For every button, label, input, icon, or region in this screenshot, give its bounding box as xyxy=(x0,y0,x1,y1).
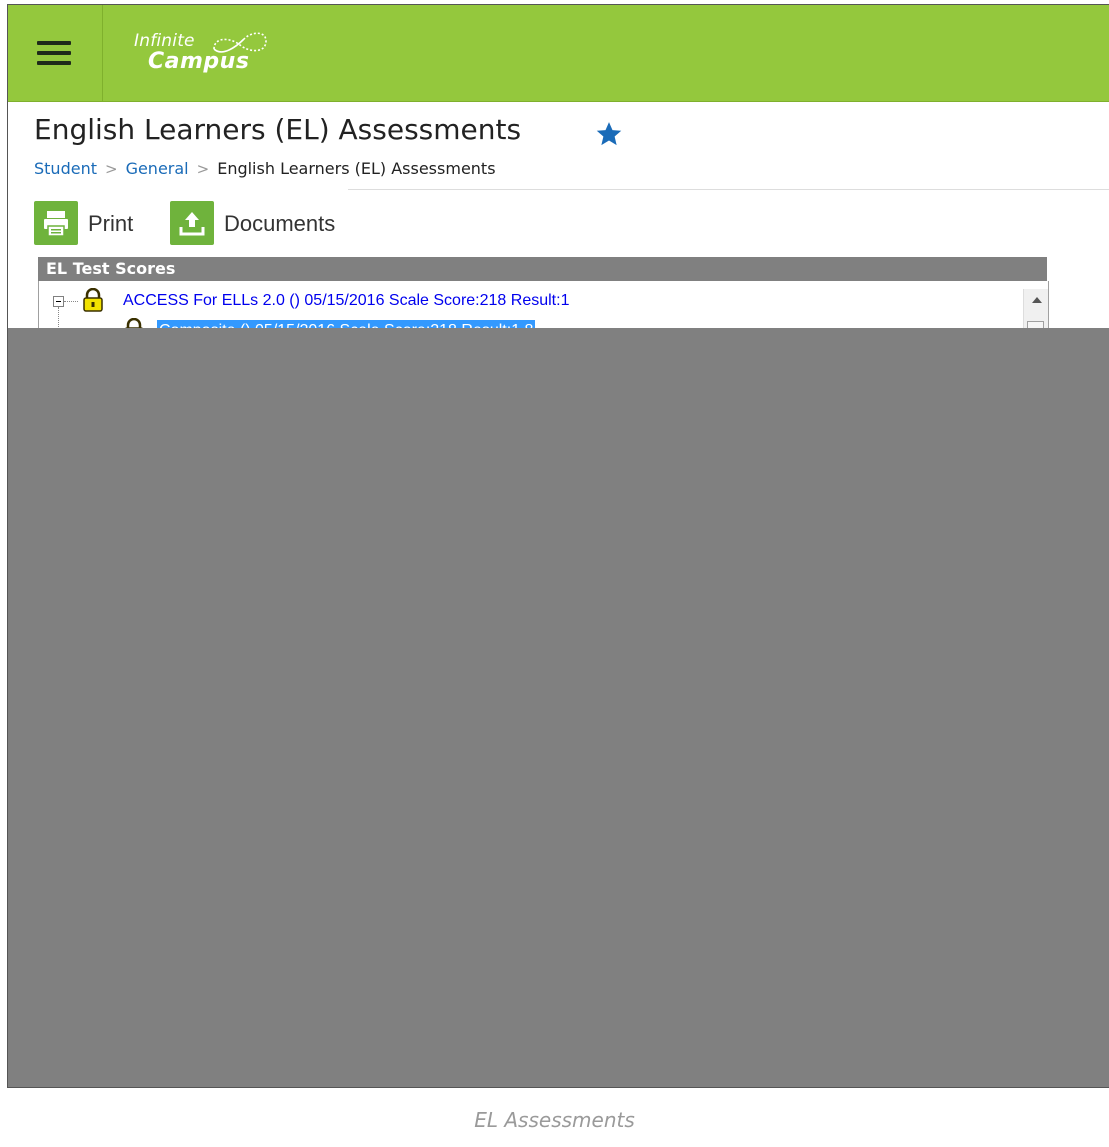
breadcrumb-separator: > xyxy=(196,160,210,178)
upload-icon xyxy=(170,201,214,245)
printer-icon xyxy=(34,201,78,245)
breadcrumb-current: English Learners (EL) Assessments xyxy=(217,159,496,178)
figure-caption: EL Assessments xyxy=(474,1108,635,1132)
star-icon[interactable] xyxy=(594,119,624,149)
logo-line1: Infinite xyxy=(134,31,195,51)
tree-connector xyxy=(64,301,78,302)
documents-button[interactable]: Documents xyxy=(170,201,350,245)
infinity-logo-icon xyxy=(213,32,267,53)
hamburger-menu-button[interactable] xyxy=(8,5,103,101)
app-window: Infinite Campus English Learners (EL) As… xyxy=(7,4,1109,1088)
menu-icon-bar xyxy=(37,61,71,65)
tree-node-access-for-ells[interactable]: ACCESS For ELLs 2.0 () 05/15/2016 Scale … xyxy=(123,290,569,312)
print-button[interactable]: Print xyxy=(34,201,144,245)
breadcrumb-student[interactable]: Student xyxy=(34,159,97,178)
documents-label: Documents xyxy=(224,211,336,236)
menu-icon-bar xyxy=(37,51,71,55)
breadcrumb: Student > General > English Learners (EL) As… xyxy=(34,159,496,178)
lock-icon xyxy=(83,288,103,312)
menu-icon-bar xyxy=(37,41,71,45)
header-divider xyxy=(348,189,1109,190)
top-bar: Infinite Campus xyxy=(8,5,1109,102)
scroll-up-arrow-icon[interactable] xyxy=(1032,297,1042,303)
breadcrumb-general[interactable]: General xyxy=(126,159,189,178)
el-test-scores-header: EL Test Scores xyxy=(38,257,1047,281)
collapse-toggle[interactable] xyxy=(53,296,64,307)
page-title: English Learners (EL) Assessments xyxy=(34,113,522,146)
infinite-campus-logo[interactable]: Infinite Campus xyxy=(134,27,294,83)
print-label: Print xyxy=(88,211,134,236)
breadcrumb-separator: > xyxy=(104,160,118,178)
modal-overlay xyxy=(8,328,1109,1087)
